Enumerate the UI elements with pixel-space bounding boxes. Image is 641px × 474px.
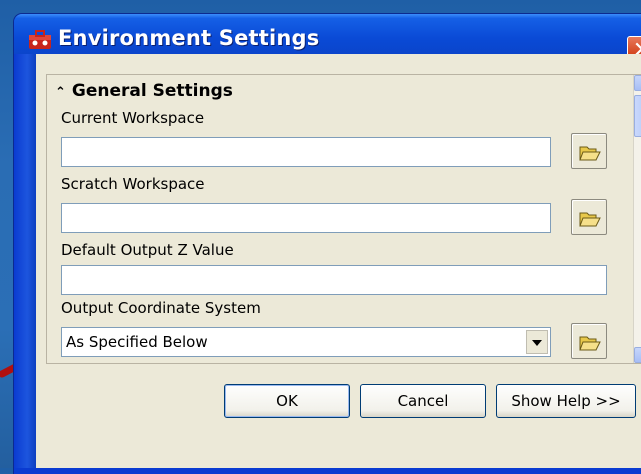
current-workspace-input[interactable] xyxy=(61,137,551,167)
section-header-label: General Settings xyxy=(71,81,233,101)
dropdown-selected-value: As Specified Below xyxy=(66,333,208,351)
section-header-general[interactable]: ⌃ General Settings xyxy=(55,81,233,101)
scratch-workspace-label: Scratch Workspace xyxy=(61,175,205,193)
scratch-workspace-input[interactable] xyxy=(61,203,551,233)
window-title: Environment Settings xyxy=(58,26,320,50)
scroll-up-button[interactable] xyxy=(634,75,641,91)
collapse-chevron-icon: ⌃ xyxy=(55,85,66,100)
current-workspace-browse-button[interactable] xyxy=(571,133,607,169)
folder-open-icon xyxy=(579,146,601,161)
scroll-thumb[interactable] xyxy=(634,95,641,137)
chevron-down-icon[interactable] xyxy=(526,330,548,354)
ok-button[interactable]: OK xyxy=(224,384,350,418)
default-output-z-label: Default Output Z Value xyxy=(61,241,234,259)
folder-open-icon xyxy=(579,212,601,227)
settings-panel: ⌃ General Settings Current Workspace Scra… xyxy=(46,74,641,364)
scratch-workspace-browse-button[interactable] xyxy=(571,199,607,235)
output-coordinate-system-label: Output Coordinate System xyxy=(61,299,261,317)
dialog-client-area: ⌃ General Settings Current Workspace Scra… xyxy=(36,54,641,468)
folder-open-icon xyxy=(579,336,601,351)
current-workspace-label: Current Workspace xyxy=(61,109,205,127)
cancel-button[interactable]: Cancel xyxy=(360,384,486,418)
vertical-scrollbar[interactable] xyxy=(633,75,641,363)
output-coordinate-system-dropdown[interactable]: As Specified Below xyxy=(61,327,551,357)
show-help-button[interactable]: Show Help >> xyxy=(496,384,636,418)
output-coordinate-browse-button[interactable] xyxy=(571,323,607,359)
toolbox-icon xyxy=(29,30,51,49)
window-frame-left xyxy=(14,54,36,468)
scroll-down-button[interactable] xyxy=(634,347,641,363)
default-output-z-input[interactable] xyxy=(61,265,607,295)
